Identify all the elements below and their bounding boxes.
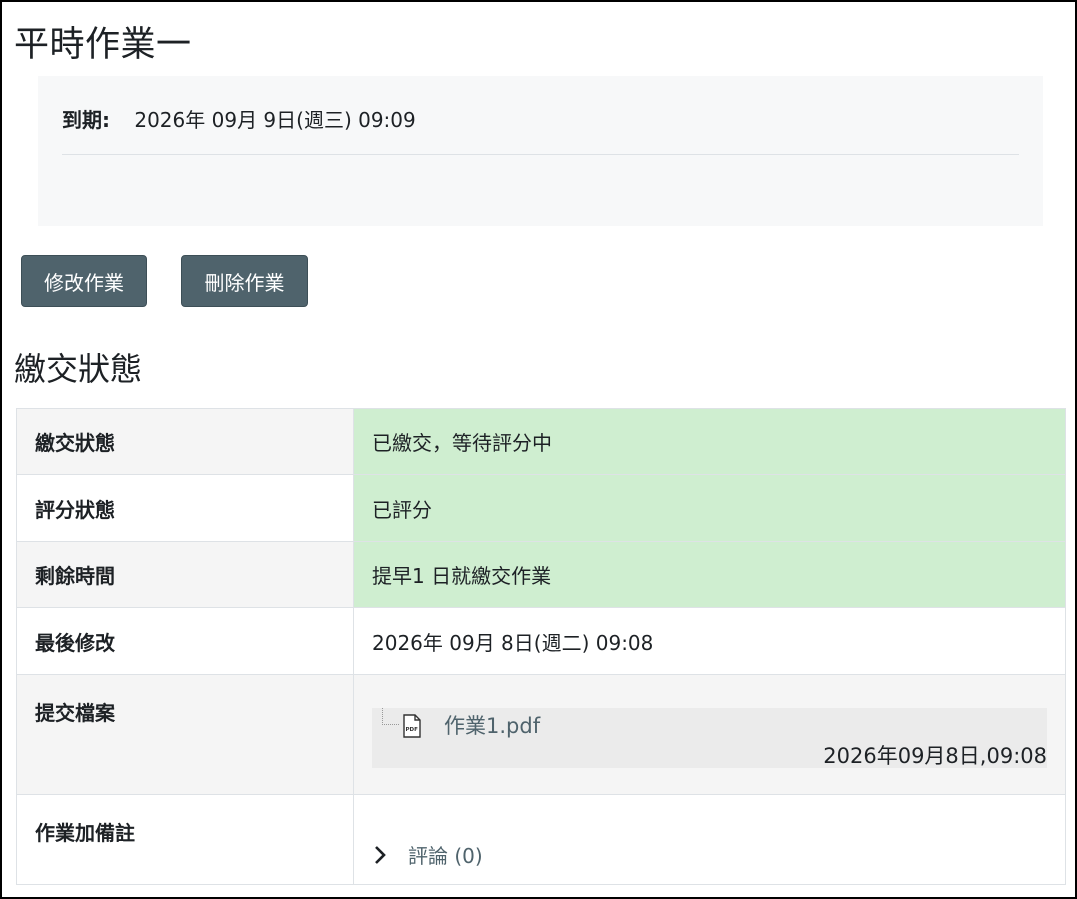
- due-date-value: 2026年 09月 9日(週三) 09:09: [134, 108, 416, 132]
- row-label: 剩餘時間: [16, 541, 354, 608]
- submission-status-table: 繳交狀態 已繳交，等待評分中 評分狀態 已評分 剩餘時間 提早1 日就繳交作業 …: [16, 408, 1066, 885]
- file-tree: PDF 作業1.pdf 2026年09月8日,09:08: [372, 707, 1047, 768]
- due-date-row: 到期: 2026年 09月 9日(週三) 09:09: [62, 104, 416, 133]
- page-title: 平時作業一: [14, 25, 192, 65]
- row-label: 作業加備註: [16, 794, 354, 885]
- submitted-file-link[interactable]: 作業1.pdf: [444, 710, 540, 740]
- submission-comments-cell: 評論 (0): [353, 794, 1066, 885]
- divider: [62, 154, 1019, 155]
- chevron-right-icon: [375, 845, 386, 864]
- tree-line: [382, 707, 399, 725]
- table-row: 剩餘時間 提早1 日就繳交作業: [16, 541, 1066, 608]
- dates-panel: 到期: 2026年 09月 9日(週三) 09:09: [38, 76, 1043, 226]
- comments-toggle[interactable]: 評論 (0): [372, 840, 1047, 869]
- row-label: 提交檔案: [16, 674, 354, 795]
- edit-submission-button[interactable]: 修改作業: [21, 255, 147, 307]
- file-timestamp: 2026年09月8日,09:08: [823, 743, 1047, 768]
- remove-submission-button[interactable]: 刪除作業: [181, 255, 308, 307]
- due-date-label: 到期:: [62, 108, 110, 132]
- table-row: 繳交狀態 已繳交，等待評分中: [16, 408, 1066, 475]
- table-row: 作業加備註 評論 (0): [16, 794, 1066, 885]
- table-row: 最後修改 2026年 09月 8日(週二) 09:08: [16, 607, 1066, 675]
- file-submissions-cell: PDF 作業1.pdf 2026年09月8日,09:08: [353, 674, 1066, 795]
- submission-status-heading: 繳交狀態: [14, 350, 143, 388]
- last-modified-value: 2026年 09月 8日(週二) 09:08: [353, 607, 1066, 675]
- submission-status-value: 已繳交，等待評分中: [353, 408, 1066, 475]
- pdf-file-icon: PDF: [403, 713, 421, 738]
- row-label: 繳交狀態: [16, 408, 354, 475]
- table-row: 提交檔案 PDF 作業1.pdf 2026年09月8日,09:08: [16, 674, 1066, 795]
- table-row: 評分狀態 已評分: [16, 474, 1066, 542]
- svg-text:PDF: PDF: [406, 727, 419, 733]
- row-label: 最後修改: [16, 607, 354, 675]
- time-remaining-value: 提早1 日就繳交作業: [353, 541, 1066, 608]
- row-label: 評分狀態: [16, 474, 354, 542]
- comments-link[interactable]: 評論 (0): [408, 840, 483, 869]
- grading-status-value: 已評分: [353, 474, 1066, 542]
